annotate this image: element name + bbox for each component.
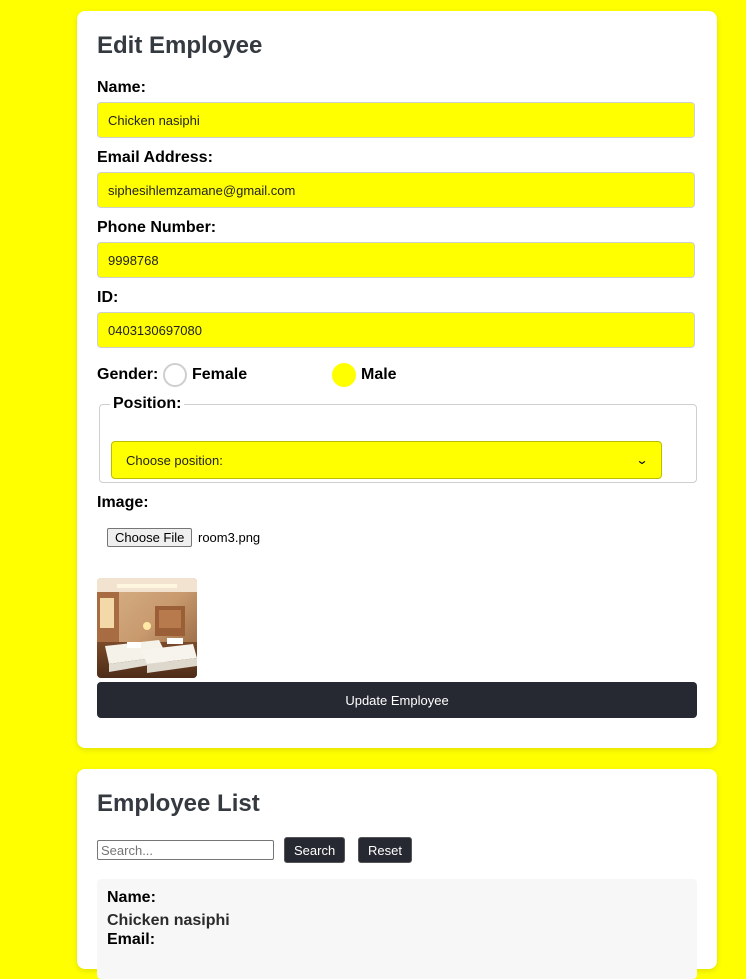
chevron-down-icon: ⌄ bbox=[635, 453, 649, 467]
position-select-value: Choose position: bbox=[126, 452, 223, 468]
employee-name-label: Name: bbox=[107, 889, 156, 906]
id-input[interactable] bbox=[97, 312, 695, 348]
position-fieldset: Position: Choose position: ⌄ bbox=[99, 395, 697, 483]
email-label: Email Address: bbox=[97, 149, 213, 166]
hotel-room-photo bbox=[97, 578, 197, 678]
search-input[interactable] bbox=[97, 840, 274, 860]
gender-label: Gender: bbox=[97, 366, 159, 383]
employee-email-label: Email: bbox=[107, 931, 156, 948]
phone-input[interactable] bbox=[97, 242, 695, 278]
email-input[interactable] bbox=[97, 172, 695, 208]
position-select[interactable]: Choose position: ⌄ bbox=[111, 441, 662, 479]
position-legend: Position: bbox=[113, 395, 182, 412]
list-item: Name: Chicken nasiphi Email: bbox=[97, 879, 697, 979]
gender-male-label: Male bbox=[361, 366, 397, 383]
gender-female-label: Female bbox=[192, 366, 248, 383]
edit-employee-title: Edit Employee bbox=[97, 32, 263, 59]
id-label: ID: bbox=[97, 289, 119, 306]
gender-male-radio[interactable] bbox=[332, 363, 356, 387]
phone-label: Phone Number: bbox=[97, 219, 217, 236]
name-input[interactable] bbox=[97, 102, 695, 138]
employee-list-title: Employee List bbox=[97, 790, 260, 817]
employee-image-thumbnail bbox=[97, 578, 197, 678]
gender-female-radio[interactable] bbox=[163, 363, 187, 387]
edit-employee-card: Edit Employee Name: Email Address: Phone… bbox=[77, 11, 717, 748]
image-label: Image: bbox=[97, 494, 149, 511]
update-employee-button[interactable]: Update Employee bbox=[97, 682, 697, 718]
employee-name-value: Chicken nasiphi bbox=[107, 912, 230, 929]
file-name: room3.png bbox=[198, 530, 261, 545]
name-label: Name: bbox=[97, 79, 146, 96]
employee-list-card: Employee List Search Reset Name: Chicken… bbox=[77, 769, 717, 979]
choose-file-button[interactable]: Choose File bbox=[107, 528, 193, 547]
reset-button[interactable]: Reset bbox=[358, 837, 412, 863]
search-button[interactable]: Search bbox=[284, 837, 346, 863]
